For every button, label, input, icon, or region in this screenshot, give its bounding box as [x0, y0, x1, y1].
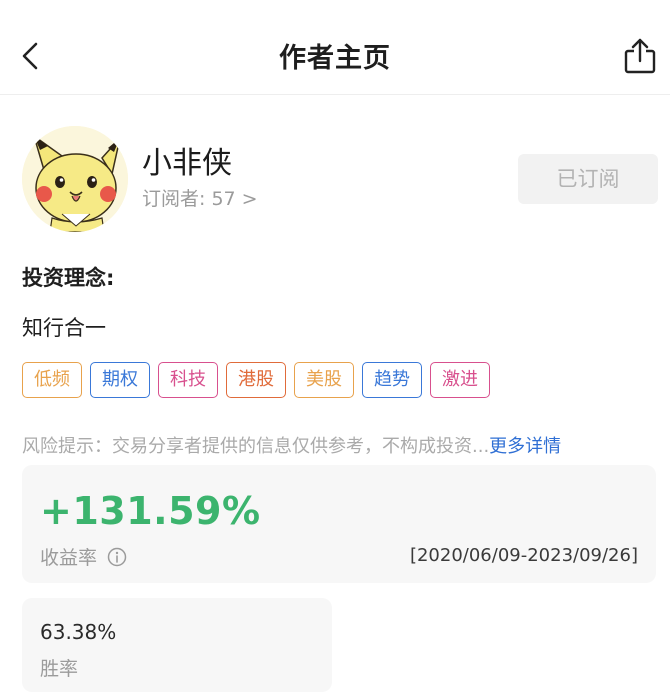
tag-item[interactable]: 美股 [294, 362, 354, 398]
win-rate-label: 胜率 [40, 658, 79, 680]
top-nav-bar: 作者主页 [0, 0, 670, 95]
tag-list: 低频 期权 科技 港股 美股 趋势 激进 [22, 362, 490, 398]
info-icon[interactable] [107, 547, 127, 567]
author-name: 小非侠 [142, 146, 232, 181]
share-button[interactable] [620, 36, 660, 76]
return-rate-label: 收益率 [40, 547, 98, 569]
tag-item[interactable]: 港股 [226, 362, 286, 398]
tag-item[interactable]: 科技 [158, 362, 218, 398]
tag-item[interactable]: 期权 [90, 362, 150, 398]
subscribed-button[interactable]: 已订阅 [518, 154, 658, 204]
philosophy-text: 知行合一 [22, 316, 106, 340]
subscribers-text: 订阅者: 57 [142, 188, 236, 210]
return-rate-value: +131.59% [40, 489, 261, 533]
share-icon [624, 38, 656, 74]
avatar[interactable] [22, 126, 128, 232]
risk-text: 风险提示：交易分享者提供的信息仅供参考，不构成投资... [22, 436, 490, 457]
chevron-right-icon: > [241, 188, 258, 210]
philosophy-label: 投资理念: [22, 266, 115, 290]
tag-item[interactable]: 趋势 [362, 362, 422, 398]
win-rate-card: 63.38% 胜率 [22, 598, 332, 692]
tag-item[interactable]: 低频 [22, 362, 82, 398]
avatar-image [22, 126, 128, 232]
subscribers-link[interactable]: 订阅者: 57 > [142, 184, 258, 211]
return-card: +131.59% 收益率 [2020/06/09-2023/09/26] [22, 465, 656, 583]
win-rate-value: 63.38% [40, 620, 117, 644]
return-rate-label-row: 收益率 [40, 543, 127, 570]
date-range: [2020/06/09-2023/09/26] [409, 545, 638, 566]
tag-item[interactable]: 激进 [430, 362, 490, 398]
risk-notice: 风险提示：交易分享者提供的信息仅供参考，不构成投资...更多详情 [22, 432, 652, 458]
more-details-link[interactable]: 更多详情 [489, 436, 561, 457]
page-title: 作者主页 [279, 43, 391, 74]
